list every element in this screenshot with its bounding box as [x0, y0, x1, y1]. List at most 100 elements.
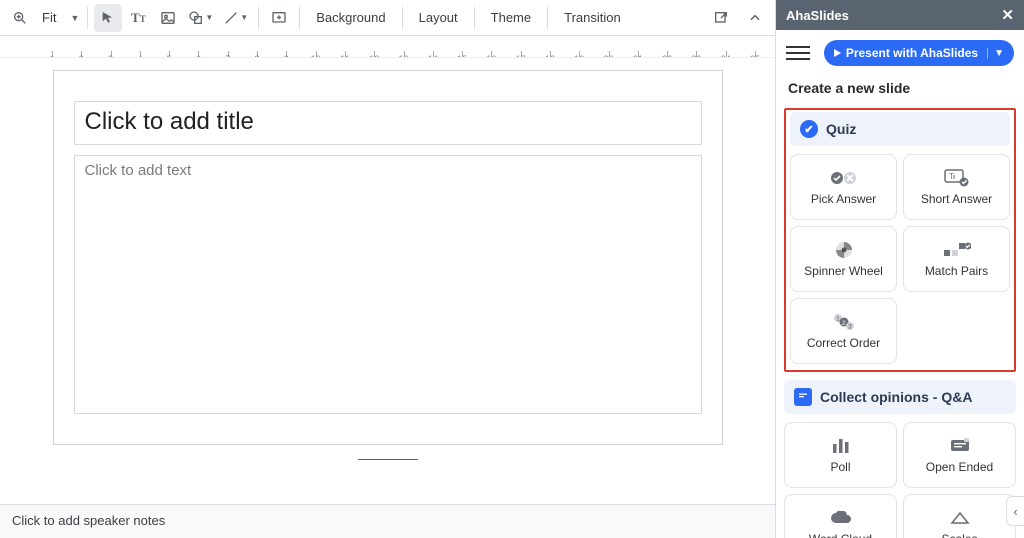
slide-footer-divider: [358, 459, 418, 460]
panel-body[interactable]: ✔ Quiz Pick Answer T Short Answer: [776, 106, 1024, 538]
highlight-box: ✔ Quiz Pick Answer T Short Answer: [784, 108, 1016, 372]
ruler-tick: 22: [667, 51, 668, 57]
shape-tool[interactable]: ▼: [184, 4, 217, 32]
qa-icon: [794, 388, 812, 406]
card-correct-order[interactable]: 123 Correct Order: [790, 298, 897, 364]
transition-button[interactable]: Transition: [554, 4, 631, 32]
ruler-tick: 20: [609, 51, 610, 57]
svg-text:T: T: [949, 172, 954, 181]
dropdown-caret-icon: ▼: [240, 13, 248, 22]
panel-topbar: Present with AhaSlides ▼: [776, 30, 1024, 76]
ruler-tick: 14: [433, 51, 434, 57]
zoom-select[interactable]: Fit ▼: [36, 10, 81, 25]
zoom-label: Fit: [42, 10, 56, 25]
collapse-toolbar-icon[interactable]: [741, 4, 769, 32]
separator: [402, 7, 403, 29]
pick-answer-icon: [829, 169, 859, 187]
present-button[interactable]: Present with AhaSlides ▼: [824, 40, 1014, 66]
section-quiz-label: Quiz: [826, 121, 856, 137]
scales-icon: [949, 509, 971, 527]
dropdown-caret-icon: ▼: [205, 13, 213, 22]
zoom-in-icon[interactable]: [6, 4, 34, 32]
card-label: Poll: [830, 460, 850, 474]
card-poll[interactable]: Poll: [784, 422, 897, 488]
layout-button[interactable]: Layout: [409, 4, 468, 32]
dropdown-caret-icon: ▼: [70, 13, 79, 23]
collapse-panel-tab[interactable]: ‹: [1006, 496, 1024, 526]
card-spinner-wheel[interactable]: Spinner Wheel: [790, 226, 897, 292]
card-label: Open Ended: [926, 460, 993, 474]
ruler-tick: 25: [755, 51, 756, 57]
correct-order-icon: 123: [832, 313, 856, 331]
card-pick-answer[interactable]: Pick Answer: [790, 154, 897, 220]
ruler-tick: 15: [462, 51, 463, 57]
card-word-cloud[interactable]: Word Cloud: [784, 494, 897, 538]
main-toolbar: Fit ▼ TT ▼ ▼ Background Layout Theme Tra…: [0, 0, 775, 36]
select-tool[interactable]: [94, 4, 122, 32]
ruler-tick: 7: [228, 51, 229, 57]
panel-subtitle: Create a new slide: [776, 76, 1024, 106]
separator: [547, 7, 548, 29]
match-pairs-icon: [943, 241, 971, 259]
card-label: Short Answer: [921, 192, 992, 206]
ruler-tick: 4: [140, 51, 141, 57]
quiz-icon: ✔: [800, 120, 818, 138]
slide-title-placeholder[interactable]: Click to add title: [74, 101, 702, 145]
section-qa-header[interactable]: Collect opinions - Q&A: [784, 380, 1016, 414]
ruler-tick: 23: [696, 51, 697, 57]
background-button[interactable]: Background: [306, 4, 395, 32]
card-short-answer[interactable]: T Short Answer: [903, 154, 1010, 220]
spinner-wheel-icon: [834, 241, 854, 259]
present-label: Present with AhaSlides: [846, 46, 978, 60]
open-in-new-icon[interactable]: [707, 4, 735, 32]
ruler-tick: 10: [316, 51, 317, 57]
ruler-tick: 5: [169, 51, 170, 57]
dropdown-caret-icon[interactable]: ▼: [987, 48, 1004, 59]
card-match-pairs[interactable]: Match Pairs: [903, 226, 1010, 292]
ruler-tick: 17: [521, 51, 522, 57]
ruler-tick: 13: [404, 51, 405, 57]
horizontal-ruler: 1234567891011121314151617181920212223242…: [0, 36, 775, 58]
theme-button[interactable]: Theme: [481, 4, 541, 32]
ruler-tick: 18: [550, 51, 551, 57]
card-label: Word Cloud: [809, 532, 872, 538]
play-icon: [834, 49, 841, 57]
speaker-notes[interactable]: Click to add speaker notes: [0, 504, 775, 538]
card-label: Correct Order: [807, 336, 880, 350]
qa-grid: Poll Open Ended Word Cloud Scales: [782, 420, 1018, 538]
slide-canvas[interactable]: Click to add title Click to add text: [53, 70, 723, 445]
card-open-ended[interactable]: Open Ended: [903, 422, 1016, 488]
ruler-tick: 3: [111, 51, 112, 57]
menu-icon[interactable]: [786, 41, 810, 65]
ruler-tick: 19: [579, 51, 580, 57]
separator: [474, 7, 475, 29]
ruler-tick: 16: [491, 51, 492, 57]
textbox-tool[interactable]: TT: [124, 4, 152, 32]
ruler-tick: 6: [198, 51, 199, 57]
slide-stage: Click to add title Click to add text: [0, 58, 775, 504]
ruler-tick: 12: [374, 51, 375, 57]
word-cloud-icon: [830, 509, 852, 527]
close-icon[interactable]: ✕: [1001, 6, 1014, 24]
slide-body-placeholder[interactable]: Click to add text: [74, 155, 702, 414]
poll-icon: [831, 437, 851, 455]
card-scales[interactable]: Scales: [903, 494, 1016, 538]
image-tool[interactable]: [154, 4, 182, 32]
card-label: Pick Answer: [811, 192, 876, 206]
card-label: Match Pairs: [925, 264, 988, 278]
panel-header: AhaSlides ✕: [776, 0, 1024, 30]
line-tool[interactable]: ▼: [219, 4, 252, 32]
separator: [299, 7, 300, 29]
card-label: Spinner Wheel: [804, 264, 883, 278]
open-ended-icon: [950, 437, 970, 455]
ruler-tick: 1: [52, 51, 53, 57]
ruler-tick: 21: [638, 51, 639, 57]
section-qa-label: Collect opinions - Q&A: [820, 389, 972, 405]
separator: [87, 7, 88, 29]
ruler-tick: 24: [726, 51, 727, 57]
card-label: Scales: [941, 532, 977, 538]
section-quiz-header[interactable]: ✔ Quiz: [790, 112, 1010, 146]
ruler-tick: 11: [345, 51, 346, 57]
short-answer-icon: T: [944, 169, 970, 187]
comment-tool[interactable]: [265, 4, 293, 32]
